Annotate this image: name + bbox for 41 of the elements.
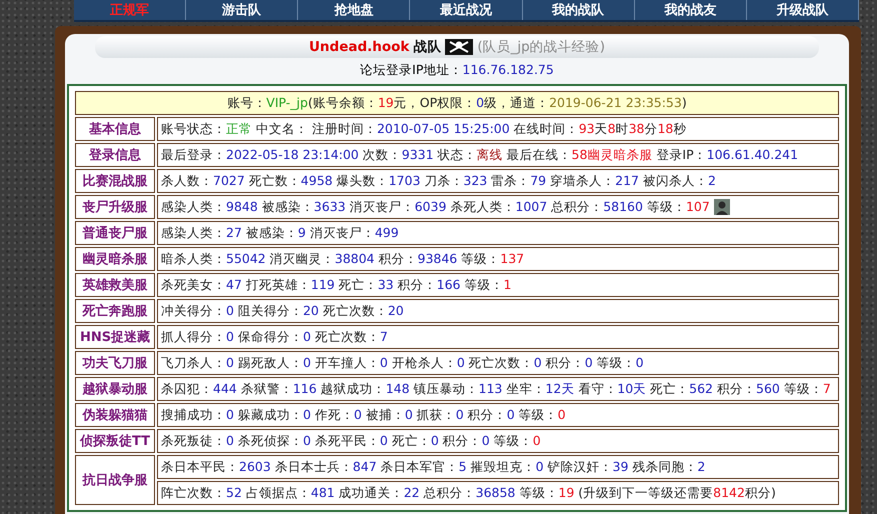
nav-tab[interactable]: 升级战队 bbox=[746, 0, 859, 20]
nav-tab[interactable]: 游击队 bbox=[186, 0, 298, 20]
stats-cell: 杀囚犯：444 杀狱警：116 越狱成功：148 镇压暴动：113 坐牢：12天 看守：10天 死亡：562 积分：560 等级：7 bbox=[157, 377, 839, 401]
server-name: 死亡奔跑服 bbox=[75, 299, 155, 323]
server-name: 功夫飞刀服 bbox=[75, 351, 155, 375]
nav-tab[interactable]: 抢地盘 bbox=[298, 0, 410, 20]
stats-cell: 搜捕成功：0 躲藏成功：0 作死：0 被捕：0 抓获：0 积分：0 等级：0 bbox=[157, 403, 839, 427]
stats-cell: 最后登录：2022-05-18 23:14:00 次数：9331 状态：离线 最后在线：58幽灵暗杀服 登录IP：106.61.40.241 bbox=[157, 143, 839, 167]
team-label: 战队 bbox=[413, 38, 442, 56]
server-name: 普通丧尸服 bbox=[75, 221, 155, 245]
stats-cell: 抓人得分：0 保命得分：0 死亡次数：7 bbox=[157, 325, 839, 349]
account-summary: 账号：VIP-_jp(账号余额：19元，OP权限：0级，通道：2019-06-21 23:35:53) bbox=[75, 91, 839, 115]
stats-cell: 感染人类：9848 被感染：3633 消灭丧尸：6039 杀死人类：1007 总积分：58160 等级：107 bbox=[157, 195, 839, 219]
stats-cell: 杀死美女：47 打死英雄：119 死亡：33 积分：166 等级：1 bbox=[157, 273, 839, 297]
server-name: 基本信息 bbox=[75, 117, 155, 141]
server-name: 丧尸升级服 bbox=[75, 195, 155, 219]
nav-tab[interactable]: 我的战友 bbox=[634, 0, 747, 20]
stats-cell: 杀死叛徒：0 杀死侦探：0 杀死平民：0 死亡：0 积分：0 等级：0 bbox=[157, 429, 839, 453]
stats-cell: 冲关得分：0 阻关得分：20 死亡次数：20 bbox=[157, 299, 839, 323]
stats-cell: 账号状态：正常 中文名： 注册时间：2010-07-05 15:25:00 在线时间：93天8时38分18秒 bbox=[157, 117, 839, 141]
stats-cell: 暗杀人类：55042 消灭幽灵：38804 积分：93846 等级：137 bbox=[157, 247, 839, 271]
member-note: (队员_jp的战斗经验) bbox=[477, 38, 606, 56]
stats-cell: 感染人类：27 被感染：9 消灭丧尸：499 bbox=[157, 221, 839, 245]
stats-cell: 飞刀杀人：0 踢死敌人：0 开车撞人：0 开枪杀人：0 死亡次数：0 积分：0 等级：0 bbox=[157, 351, 839, 375]
server-name: 侦探叛徒TT bbox=[75, 429, 155, 453]
server-name: 幽灵暗杀服 bbox=[75, 247, 155, 271]
server-name: HNS捉迷藏 bbox=[75, 325, 155, 349]
nav-tab[interactable]: 最近战况 bbox=[410, 0, 523, 20]
server-name: 比赛混战服 bbox=[75, 169, 155, 193]
server-name: 登录信息 bbox=[75, 143, 155, 167]
team-name: Undead.hook bbox=[308, 39, 410, 55]
stats-cell: 杀人数：7027 死亡数：4958 爆头数：1703 刀杀：323 雷杀：79 穿墙杀人：217 被闪杀人：2 bbox=[157, 169, 839, 193]
nav-tab[interactable]: 我的战队 bbox=[522, 0, 635, 20]
forum-ip: 论坛登录IP地址：116.76.182.75 bbox=[359, 62, 555, 79]
server-name: 英雄救美服 bbox=[75, 273, 155, 297]
server-name: 越狱暴动服 bbox=[75, 377, 155, 401]
stats-cell: 杀日本平民：2603 杀日本士兵：847 杀日本军官：5 摧毁坦克：0 铲除汉奸：39 残杀同胞：2 bbox=[157, 455, 839, 479]
skull-flag-icon bbox=[445, 39, 474, 55]
server-name: 伪装躲猫猫 bbox=[75, 403, 155, 427]
stats-cell: 阵亡次数：52 占领据点：481 成功通关：22 总积分：36858 等级：19 (升级到下一等级还需要8142积分) bbox=[157, 481, 839, 505]
server-name: 抗日战争服 bbox=[75, 455, 155, 505]
